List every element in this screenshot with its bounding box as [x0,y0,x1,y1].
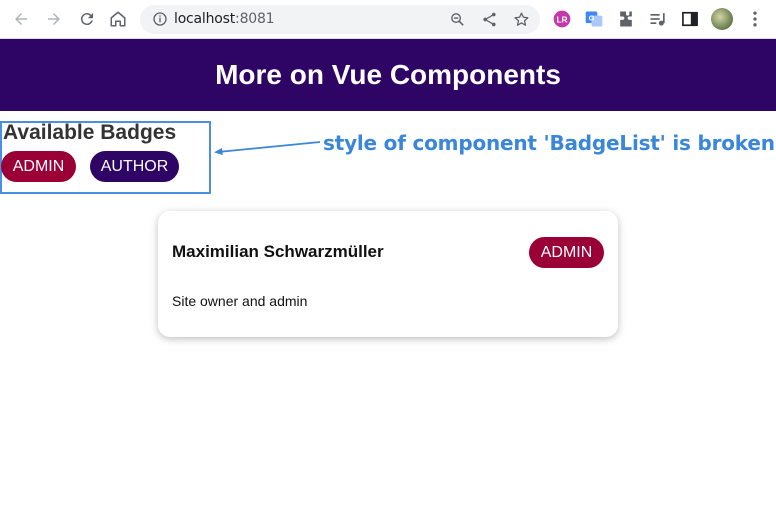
reload-icon [80,13,93,26]
profile-avatar[interactable] [711,8,733,30]
home-button[interactable] [106,7,130,31]
browser-toolbar: localhost:8081 LR G [0,0,776,39]
user-name: Maximilian Schwarzmüller [172,242,384,261]
forward-button[interactable] [42,7,66,31]
more-menu-icon[interactable] [745,9,765,29]
share-icon[interactable] [481,11,498,28]
url-text: localhost:8081 [174,11,275,27]
back-button[interactable] [9,7,33,31]
svg-text:G: G [589,14,595,23]
translate-extension-icon[interactable]: G [584,9,604,29]
arrow-right-icon [48,13,60,25]
arrow-left-icon [15,13,27,25]
side-panel-icon[interactable] [680,9,700,29]
extension-lr-icon[interactable]: LR [552,9,572,29]
svg-text:LR: LR [556,14,567,24]
info-icon[interactable] [152,11,168,27]
user-description: Site owner and admin [172,293,308,309]
page-header: More on Vue Components [0,39,776,111]
address-bar[interactable]: localhost:8081 [140,5,540,34]
user-card: Maximilian Schwarzmüller ADMIN Site owne… [158,211,618,337]
url-port: :8081 [235,11,275,27]
zoom-icon[interactable] [449,11,466,28]
home-icon [110,11,126,27]
page-title: More on Vue Components [215,59,561,90]
reload-button[interactable] [75,7,99,31]
annotation-text: style of component 'BadgeList' is broken [323,131,775,155]
author-badge: AUTHOR [90,151,179,182]
annotation-arrow [214,141,321,155]
url-host: localhost [174,11,236,27]
user-role-badge: ADMIN [529,237,604,268]
puzzle-icon[interactable] [616,9,636,29]
admin-badge: ADMIN [1,151,76,182]
badge-list-heading: Available Badges [3,121,177,144]
media-queue-icon[interactable] [648,9,668,29]
star-icon[interactable] [513,11,530,28]
badge-list: Available Badges ADMIN AUTHOR [0,121,211,194]
